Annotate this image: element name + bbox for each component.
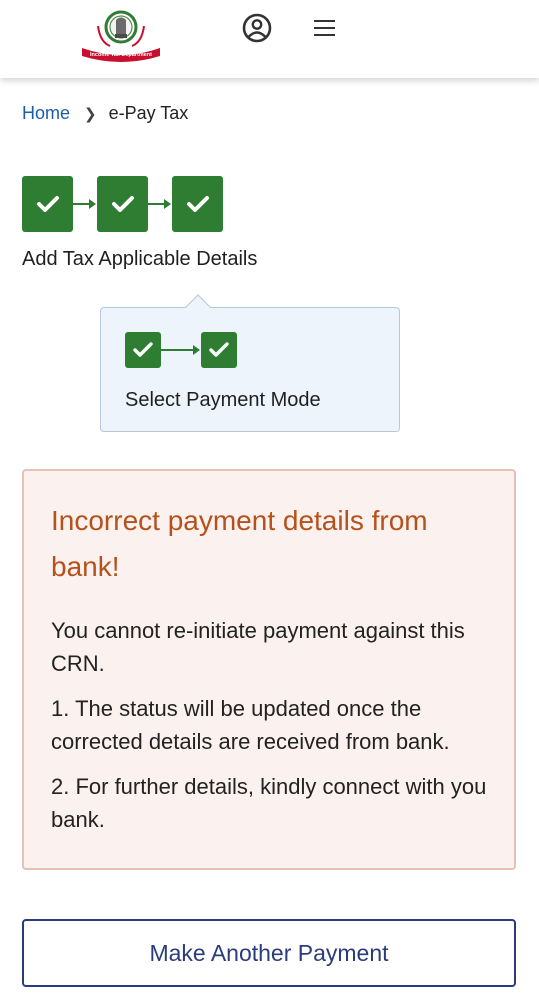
arrow-right-icon xyxy=(73,199,96,209)
main-step-label: Add Tax Applicable Details xyxy=(22,248,258,270)
alert-point: 1. The status will be updated once the c… xyxy=(51,696,450,754)
user-circle-icon[interactable] xyxy=(241,12,273,44)
substep-1-complete xyxy=(125,332,161,368)
card-pointer xyxy=(185,294,211,320)
checkmark-icon xyxy=(186,196,209,212)
alert-message: You cannot re-initiate payment against t… xyxy=(51,618,465,676)
breadcrumb-home-link[interactable]: Home xyxy=(22,103,70,124)
arrow-right-icon xyxy=(148,199,171,209)
checkmark-icon xyxy=(36,196,59,212)
breadcrumb: Home ❯ e-Pay Tax xyxy=(22,103,188,124)
sub-stepper xyxy=(125,332,237,368)
main-stepper xyxy=(22,176,223,232)
step-2-complete xyxy=(97,176,148,232)
breadcrumb-current: e-Pay Tax xyxy=(108,103,189,123)
checkmark-icon xyxy=(133,342,153,357)
make-another-payment-button[interactable]: Make Another Payment xyxy=(22,919,516,987)
substep-card: Select Payment Mode xyxy=(100,294,400,432)
error-alert: Incorrect payment details from bank! You… xyxy=(22,469,516,870)
income-tax-department-logo[interactable]: Income Tax Department xyxy=(80,6,162,62)
step-1-complete xyxy=(22,176,73,232)
logo-text: Income Tax Department xyxy=(90,52,152,58)
arrow-right-icon xyxy=(161,345,200,355)
substep-2-complete xyxy=(201,332,237,368)
hamburger-menu-icon[interactable] xyxy=(312,16,338,40)
alert-point: 2. For further details, kindly connect w… xyxy=(51,774,487,832)
alert-body: You cannot re-initiate payment against t… xyxy=(51,614,501,848)
app-header: Income Tax Department xyxy=(0,0,539,78)
step-3-complete xyxy=(172,176,223,232)
checkmark-icon xyxy=(111,196,134,212)
checkmark-icon xyxy=(209,342,229,357)
alert-title: Incorrect payment details from bank! xyxy=(51,505,428,582)
chevron-right-icon: ❯ xyxy=(84,105,97,123)
sub-step-label: Select Payment Mode xyxy=(125,389,321,411)
